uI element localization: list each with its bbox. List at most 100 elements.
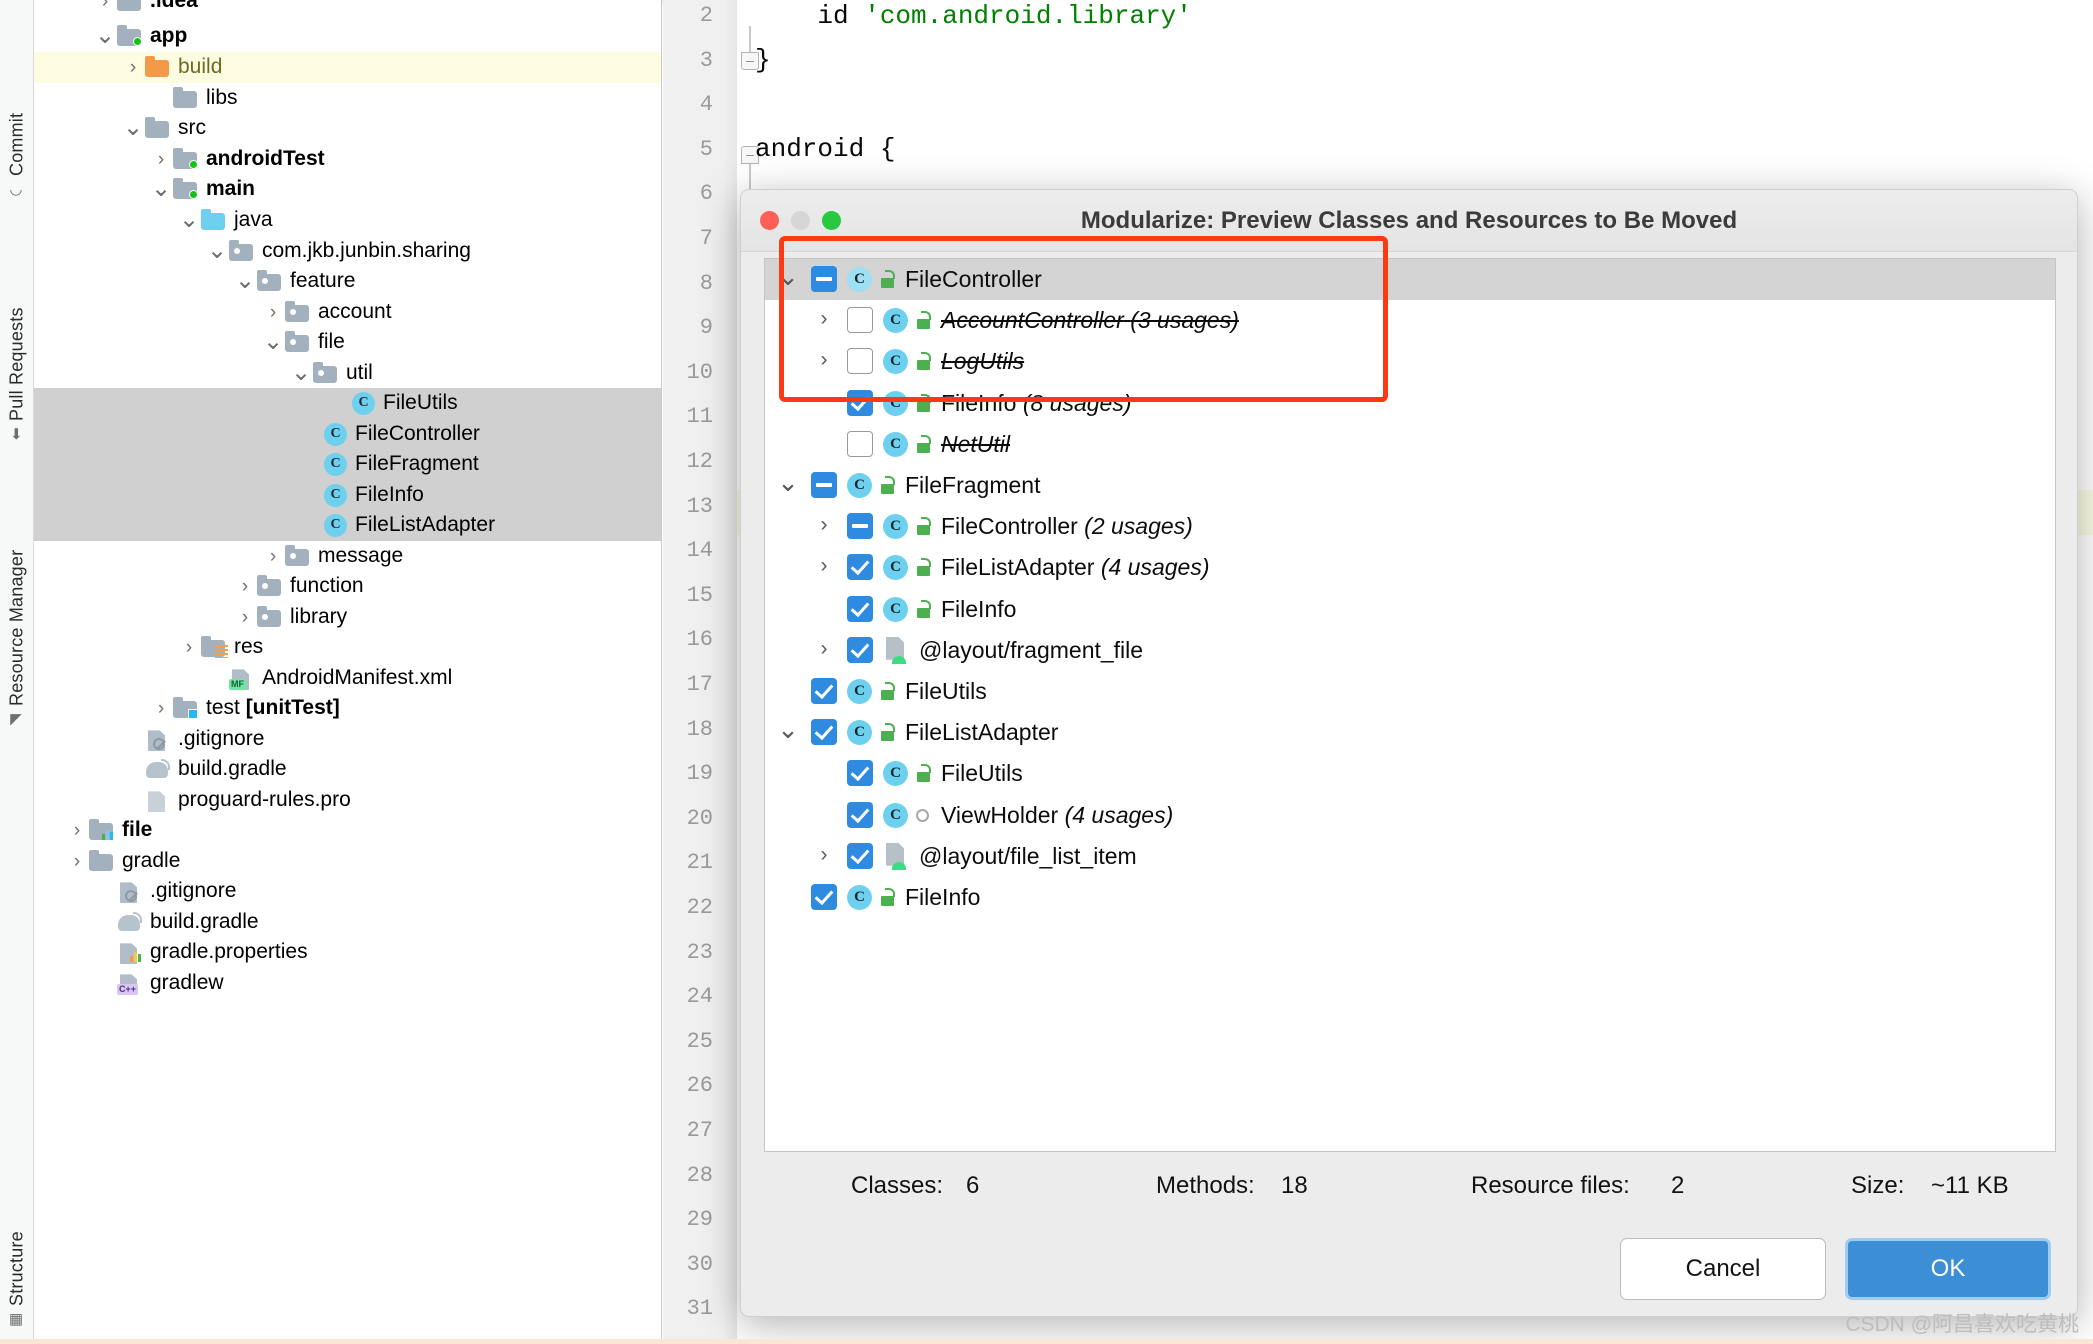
chevron-down-icon[interactable]: ⌄ (178, 208, 200, 232)
chevron-down-icon[interactable]: ⌄ (775, 716, 801, 742)
preview-tree-row[interactable]: C FileUtils (765, 753, 2055, 794)
row-checkbox[interactable] (847, 842, 873, 869)
project-tree-panel[interactable]: ›.idea⌄app›build›libs⌄src›androidTest⌄ma… (34, 0, 662, 1344)
preview-tree-row[interactable]: › @layout/file_list_item (765, 836, 2055, 877)
chevron-right-icon[interactable]: › (234, 577, 256, 596)
close-icon[interactable] (760, 211, 779, 230)
project-tree-row[interactable]: ›CFileListAdapter (34, 510, 661, 541)
chevron-right-icon[interactable]: › (811, 844, 837, 865)
project-tree-row[interactable]: › account (34, 297, 661, 328)
preview-tree-row[interactable]: › C AccountController (3 usages) (765, 300, 2055, 341)
window-controls[interactable] (760, 211, 841, 230)
row-checkbox[interactable] (847, 760, 873, 787)
chevron-down-icon[interactable]: ⌄ (94, 24, 116, 48)
editor-gutter[interactable]: 2 3 4 5 6 7 8 9 10 11 12 13 14 15 16 17 18 19 20 21 22 23 24 25… (663, 0, 737, 1344)
project-tree-row[interactable]: ›CFileInfo (34, 480, 661, 511)
sidebar-tab-resource-manager[interactable]: ◢ Resource Manager (0, 440, 34, 730)
preview-tree-row[interactable]: C NetUtil (765, 424, 2055, 465)
preview-tree-row[interactable]: ⌄ C FileListAdapter (765, 712, 2055, 753)
chevron-right-icon[interactable]: › (178, 638, 200, 657)
preview-tree-row[interactable]: C ViewHolder (4 usages) (765, 795, 2055, 836)
project-tree-row[interactable]: ›libs (34, 83, 661, 114)
row-checkbox[interactable] (811, 266, 837, 292)
project-tree-row[interactable]: › .idea (34, 0, 661, 17)
cancel-button[interactable]: Cancel (1620, 1238, 1826, 1300)
chevron-right-icon[interactable]: › (234, 608, 256, 627)
project-tree-row[interactable]: ›.gitignore (34, 724, 661, 755)
preview-tree-row[interactable]: › C FileListAdapter (4 usages) (765, 547, 2055, 588)
chevron-right-icon[interactable]: › (811, 308, 837, 329)
maximize-icon[interactable] (822, 211, 841, 230)
project-tree-row[interactable]: ⌄ util (34, 358, 661, 389)
ok-button[interactable]: OK (1845, 1238, 2051, 1300)
project-tree-row[interactable]: › gradle (34, 846, 661, 877)
preview-tree[interactable]: ⌄ C FileController › C AccountController (3 u… (764, 258, 2056, 1152)
chevron-down-icon[interactable]: ⌄ (122, 116, 144, 140)
chevron-right-icon[interactable]: › (811, 514, 837, 535)
project-tree-row[interactable]: ⌄ file (34, 327, 661, 358)
preview-tree-row[interactable]: ⌄ C FileFragment (765, 465, 2055, 506)
row-checkbox[interactable] (847, 513, 873, 540)
minimize-icon[interactable] (791, 211, 810, 230)
row-checkbox[interactable] (847, 554, 873, 581)
chevron-down-icon[interactable]: ⌄ (775, 469, 801, 495)
project-tree-row[interactable]: › build (34, 52, 661, 83)
chevron-right-icon[interactable]: › (262, 547, 284, 566)
project-tree-row[interactable]: › test [unitTest] (34, 693, 661, 724)
preview-tree-row[interactable]: C FileInfo (765, 589, 2055, 630)
row-checkbox[interactable] (811, 678, 837, 704)
chevron-right-icon[interactable]: › (94, 0, 116, 11)
chevron-right-icon[interactable]: › (66, 852, 88, 871)
chevron-down-icon[interactable]: ⌄ (150, 177, 172, 201)
chevron-down-icon[interactable]: ⌄ (290, 361, 312, 385)
row-checkbox[interactable] (847, 801, 873, 828)
chevron-right-icon[interactable]: › (122, 58, 144, 77)
sidebar-tab-pull-requests[interactable]: ⬅ Pull Requests (0, 210, 34, 440)
row-checkbox[interactable] (811, 472, 837, 498)
project-tree-row[interactable]: ⌄ app (34, 21, 661, 52)
row-checkbox[interactable] (811, 719, 837, 746)
project-tree-row[interactable]: ⌄ java (34, 205, 661, 236)
chevron-down-icon[interactable]: ⌄ (262, 330, 284, 354)
chevron-right-icon[interactable]: › (811, 555, 837, 576)
project-tree-row[interactable]: › file (34, 815, 661, 846)
chevron-right-icon[interactable]: › (811, 638, 837, 659)
project-tree-row[interactable]: › res (34, 632, 661, 663)
project-tree-row[interactable]: ›CFileFragment (34, 449, 661, 480)
project-tree-row[interactable]: ›build.gradle (34, 907, 661, 938)
row-checkbox[interactable] (847, 595, 873, 622)
row-checkbox[interactable] (811, 884, 837, 910)
chevron-down-icon[interactable]: ⌄ (206, 239, 228, 263)
preview-tree-row[interactable]: C FileInfo (765, 877, 2055, 918)
project-tree-row[interactable]: ›build.gradle (34, 754, 661, 785)
project-tree-row[interactable]: ›C++gradlew (34, 968, 661, 999)
project-tree-row[interactable]: › library (34, 602, 661, 633)
project-tree-row[interactable]: ›MFAndroidManifest.xml (34, 663, 661, 694)
preview-tree-row[interactable]: › C LogUtils (765, 341, 2055, 382)
row-checkbox[interactable] (847, 348, 873, 375)
project-tree-row[interactable]: › message (34, 541, 661, 572)
project-tree-row[interactable]: ›proguard-rules.pro (34, 785, 661, 816)
preview-tree-row[interactable]: C FileUtils (765, 671, 2055, 712)
chevron-right-icon[interactable]: › (150, 699, 172, 718)
project-tree-row[interactable]: ›gradle.properties (34, 937, 661, 968)
chevron-down-icon[interactable]: ⌄ (234, 269, 256, 293)
sidebar-tab-structure[interactable]: ▦ Structure (0, 1150, 34, 1330)
project-tree-row[interactable]: › function (34, 571, 661, 602)
row-checkbox[interactable] (847, 636, 873, 663)
row-checkbox[interactable] (847, 307, 873, 334)
preview-tree-row[interactable]: › @layout/fragment_file (765, 630, 2055, 671)
chevron-right-icon[interactable]: › (66, 821, 88, 840)
preview-tree-row[interactable]: C FileInfo (8 usages) (765, 383, 2055, 424)
preview-tree-row[interactable]: › C FileController (2 usages) (765, 506, 2055, 547)
chevron-down-icon[interactable]: ⌄ (775, 263, 801, 289)
project-tree-row[interactable]: › androidTest (34, 144, 661, 175)
project-tree-row[interactable]: ›CFileUtils (34, 388, 661, 419)
sidebar-tab-commit[interactable]: ◠ Commit (0, 10, 34, 200)
row-checkbox[interactable] (847, 430, 873, 457)
project-tree-row[interactable]: ⌄ main (34, 174, 661, 205)
preview-tree-row[interactable]: ⌄ C FileController (765, 259, 2055, 300)
project-tree-row[interactable]: ⌄ feature (34, 266, 661, 297)
project-tree-row[interactable]: ›CFileController (34, 419, 661, 450)
chevron-right-icon[interactable]: › (262, 303, 284, 322)
